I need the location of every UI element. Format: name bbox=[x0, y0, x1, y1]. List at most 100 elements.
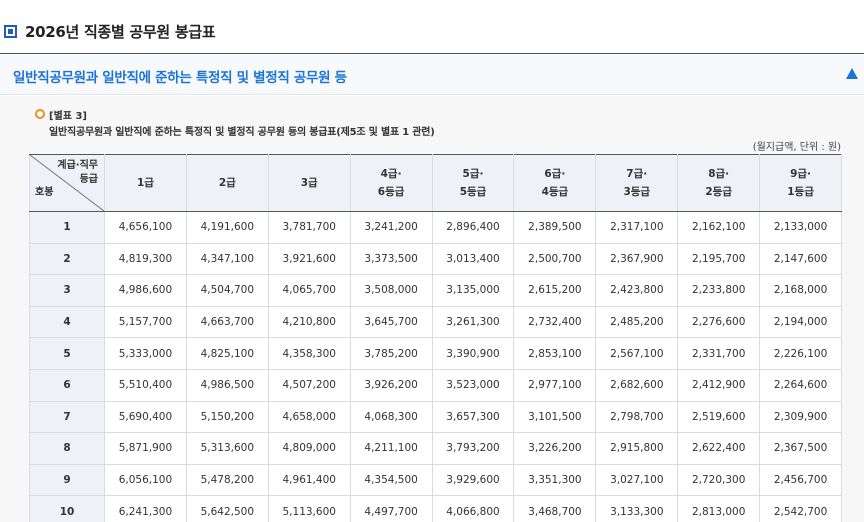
grade-header-line1: 3급 bbox=[300, 177, 318, 189]
salary-cell: 2,622,400 bbox=[677, 432, 761, 465]
corner-top-line1: 계급·직무 bbox=[57, 160, 98, 171]
salary-cell: 2,331,700 bbox=[677, 337, 761, 370]
salary-cell: 4,663,700 bbox=[185, 305, 269, 339]
salary-cell: 2,732,400 bbox=[513, 305, 597, 339]
salary-cell: 5,313,600 bbox=[185, 432, 269, 465]
corner-top-label: 계급·직무 등급 bbox=[57, 159, 98, 187]
unit-note: (월지급액, 단위 : 원) bbox=[752, 142, 841, 153]
table-row: 10 6,241,300 5,642,500 5,113,600 4,497,700 4,… bbox=[29, 495, 843, 522]
grade-column-header: 5급· 5등급 bbox=[431, 154, 515, 212]
salary-cell: 2,682,600 bbox=[595, 368, 679, 402]
salary-cell: 5,690,400 bbox=[104, 400, 187, 434]
grade-header-line1: 8급· bbox=[708, 168, 730, 180]
salary-cell: 6,056,100 bbox=[104, 463, 187, 497]
grade-header-line2: 2등급 bbox=[705, 186, 732, 198]
salary-cell: 2,367,900 bbox=[595, 242, 679, 276]
salary-cell: 5,333,000 bbox=[104, 337, 187, 370]
salary-cell: 2,798,700 bbox=[595, 400, 679, 434]
salary-cell: 5,510,400 bbox=[104, 368, 187, 402]
salary-cell: 4,658,000 bbox=[267, 400, 351, 434]
salary-cell: 4,065,700 bbox=[267, 274, 351, 307]
salary-cell: 4,354,500 bbox=[349, 463, 433, 497]
salary-cell: 2,423,800 bbox=[595, 274, 679, 307]
salary-cell: 3,241,200 bbox=[349, 211, 433, 244]
salary-cell: 4,497,700 bbox=[349, 495, 433, 522]
collapse-triangle-icon[interactable] bbox=[846, 68, 858, 79]
salary-cell: 3,027,100 bbox=[595, 463, 679, 497]
salary-cell: 2,853,100 bbox=[513, 337, 597, 370]
salary-cell: 2,133,000 bbox=[759, 211, 843, 244]
step-cell: 1 bbox=[29, 211, 105, 244]
salary-cell: 2,720,300 bbox=[677, 463, 761, 497]
section-title[interactable]: 일반직공무원과 일반직에 준하는 특정직 및 별정직 공무원 등 bbox=[13, 66, 347, 86]
salary-cell: 2,276,600 bbox=[677, 305, 761, 339]
annex-label: [별표 3] bbox=[49, 111, 87, 122]
table-row: 4 5,157,700 4,663,700 4,210,800 3,645,700 3,2… bbox=[29, 305, 843, 339]
salary-cell: 2,896,400 bbox=[431, 211, 515, 244]
salary-cell: 3,929,600 bbox=[431, 463, 515, 497]
salary-cell: 5,150,200 bbox=[185, 400, 269, 434]
salary-cell: 5,478,200 bbox=[185, 463, 269, 497]
salary-cell: 4,819,300 bbox=[104, 242, 187, 276]
salary-cell: 2,195,700 bbox=[677, 242, 761, 276]
salary-cell: 2,485,200 bbox=[595, 305, 679, 339]
salary-cell: 2,519,600 bbox=[677, 400, 761, 434]
salary-cell: 2,162,100 bbox=[677, 211, 761, 244]
grade-column-header: 1급 bbox=[104, 154, 187, 212]
salary-cell: 2,367,500 bbox=[759, 432, 843, 465]
grade-header-line2: 1등급 bbox=[787, 186, 814, 198]
salary-cell: 4,809,000 bbox=[267, 432, 351, 465]
table-row: 7 5,690,400 5,150,200 4,658,000 4,068,300 3,6… bbox=[29, 400, 843, 434]
grade-header-line1: 5급· bbox=[462, 168, 484, 180]
salary-cell: 3,135,000 bbox=[431, 274, 515, 307]
salary-cell: 2,309,900 bbox=[759, 400, 843, 434]
grade-header-line2: 4등급 bbox=[541, 186, 569, 198]
salary-cell: 2,977,100 bbox=[513, 368, 597, 402]
salary-cell: 4,986,600 bbox=[104, 274, 187, 307]
step-cell: 3 bbox=[29, 274, 105, 307]
annex-description: 일반직공무원과 일반직에 준하는 특정직 및 별정직 공무원 등의 봉급표(제5… bbox=[49, 127, 435, 138]
grade-column-header: 4급· 6등급 bbox=[349, 154, 433, 212]
salary-cell: 2,813,000 bbox=[677, 495, 761, 522]
table-row: 9 6,056,100 5,478,200 4,961,400 4,354,500 3,9… bbox=[29, 463, 843, 497]
salary-cell: 5,113,600 bbox=[267, 495, 351, 522]
salary-cell: 3,101,500 bbox=[513, 400, 597, 434]
grade-column-header: 3급 bbox=[267, 154, 351, 212]
step-cell: 5 bbox=[29, 337, 105, 370]
salary-cell: 3,373,500 bbox=[349, 242, 433, 276]
salary-cell: 3,226,200 bbox=[513, 432, 597, 465]
salary-cell: 4,504,700 bbox=[185, 274, 269, 307]
salary-cell: 5,642,500 bbox=[185, 495, 269, 522]
salary-cell: 4,068,300 bbox=[349, 400, 433, 434]
salary-cell: 4,961,400 bbox=[267, 463, 351, 497]
salary-table: 계급·직무 등급 호봉 1급 2급 3급 4급· 6등급 5급· 5등급 6급· 4등급 7급· 3… bbox=[29, 154, 843, 522]
salary-cell: 5,157,700 bbox=[104, 305, 187, 339]
grade-header-line1: 4급· bbox=[380, 168, 402, 180]
salary-cell: 3,508,000 bbox=[349, 274, 433, 307]
salary-cell: 3,261,300 bbox=[431, 305, 515, 339]
grade-column-header: 8급· 2등급 bbox=[677, 154, 761, 212]
salary-cell: 2,500,700 bbox=[513, 242, 597, 276]
step-cell: 8 bbox=[29, 432, 105, 465]
step-cell: 9 bbox=[29, 463, 105, 497]
accordion-header[interactable]: 일반직공무원과 일반직에 준하는 특정직 및 별정직 공무원 등 bbox=[0, 55, 864, 95]
table-row: 5 5,333,000 4,825,100 4,358,300 3,785,200 3,3… bbox=[29, 337, 843, 370]
step-cell: 6 bbox=[29, 368, 105, 402]
salary-cell: 2,233,800 bbox=[677, 274, 761, 307]
table-row: 2 4,819,300 4,347,100 3,921,600 3,373,500 3,0… bbox=[29, 242, 843, 276]
salary-cell: 2,542,700 bbox=[759, 495, 843, 522]
page-header: 2026년 직종별 공무원 봉급표 bbox=[0, 0, 864, 54]
corner-top-line2: 등급 bbox=[79, 174, 98, 185]
grade-header-line2: 5등급 bbox=[459, 186, 487, 198]
salary-cell: 4,507,200 bbox=[267, 368, 351, 402]
salary-cell: 3,785,200 bbox=[349, 337, 433, 370]
salary-cell: 4,358,300 bbox=[267, 337, 351, 370]
grade-header-line1: 6급· bbox=[544, 168, 566, 180]
salary-cell: 3,013,400 bbox=[431, 242, 515, 276]
grade-column-header: 7급· 3등급 bbox=[595, 154, 679, 212]
salary-cell: 2,389,500 bbox=[513, 211, 597, 244]
table-row: 1 4,656,100 4,191,600 3,781,700 3,241,200 2,8… bbox=[29, 211, 843, 244]
salary-cell: 3,523,000 bbox=[431, 368, 515, 402]
salary-cell: 3,781,700 bbox=[267, 211, 351, 244]
corner-header-cell: 계급·직무 등급 호봉 bbox=[29, 154, 105, 212]
